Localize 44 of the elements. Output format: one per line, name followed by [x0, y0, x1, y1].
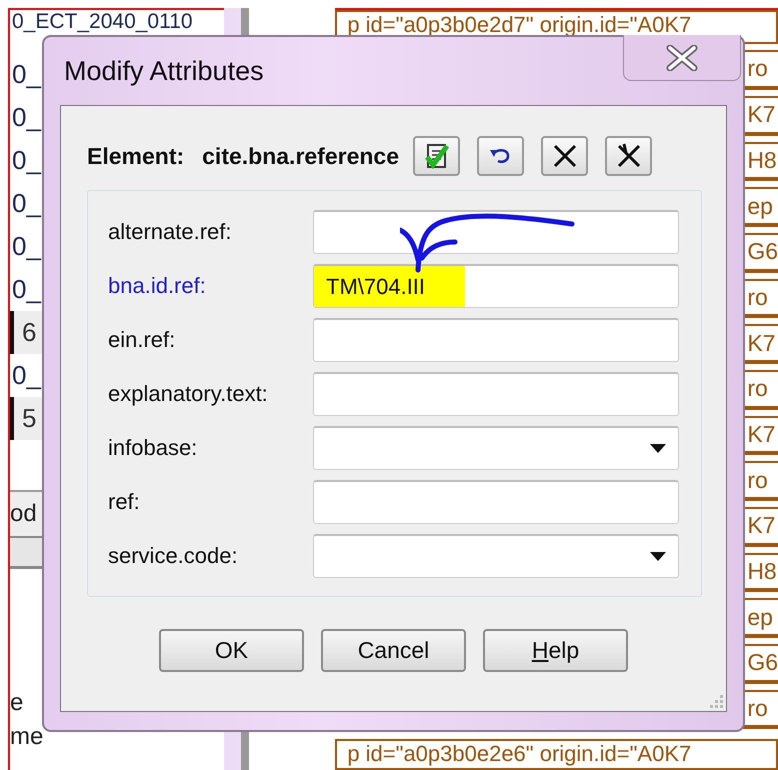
dropdown-field[interactable]: [313, 534, 679, 578]
list-item-text: 0_: [12, 145, 41, 176]
caret-icon: [650, 444, 666, 454]
field-label: infobase:: [108, 435, 198, 461]
field-label: service.code:: [108, 543, 239, 569]
list-item-text: 0_: [12, 274, 41, 305]
xml-tag-text: p id="a0p3b0e2e6" origin.id="A0K7: [347, 741, 692, 766]
field-label: ref:: [108, 489, 141, 515]
element-label: Element:: [87, 142, 184, 170]
double-cross-icon: [616, 143, 642, 169]
close-icon: [665, 44, 699, 70]
input-field[interactable]: [313, 372, 679, 416]
window-title: Modify Attributes: [64, 56, 264, 86]
delete-all-button[interactable]: [605, 136, 652, 176]
input-field[interactable]: TM\704.III: [313, 264, 679, 308]
cross-icon: [552, 143, 578, 169]
field-label: bna.id.ref:: [108, 273, 207, 299]
list-item-text: 0_: [12, 231, 41, 262]
xml-tag-text: p id="a0p3b0e2d7" origin.id="A0K7: [347, 12, 692, 37]
close-button[interactable]: [623, 35, 741, 81]
field-label: explanatory.text:: [108, 381, 269, 407]
undo-button[interactable]: [477, 136, 524, 176]
input-field[interactable]: [313, 480, 679, 524]
apply-button[interactable]: [413, 136, 460, 176]
resize-grip-icon[interactable]: [708, 693, 724, 709]
field-label: ein.ref:: [108, 327, 176, 353]
list-item-text: 0_ECT_2040_0110: [12, 10, 193, 34]
input-field[interactable]: [313, 210, 679, 254]
list-item-text: 6: [22, 317, 36, 348]
dialog-button[interactable]: Cancel: [321, 629, 466, 672]
list-item-text: 0_: [12, 360, 41, 391]
list-item-text: 0_: [12, 59, 41, 90]
list-item-text: 0_: [12, 102, 41, 133]
input-field[interactable]: [313, 318, 679, 362]
panel-text: me: [10, 723, 44, 751]
caret-icon: [650, 552, 666, 562]
list-item-text: 5: [22, 403, 36, 434]
field-label: alternate.ref:: [108, 219, 233, 245]
panel-text: e: [10, 689, 24, 717]
dropdown-field[interactable]: [313, 426, 679, 470]
list-item-text: 0_: [12, 188, 41, 219]
dialog-button[interactable]: Help: [483, 629, 628, 672]
dialog-button[interactable]: OK: [159, 629, 304, 672]
delete-button[interactable]: [541, 136, 588, 176]
